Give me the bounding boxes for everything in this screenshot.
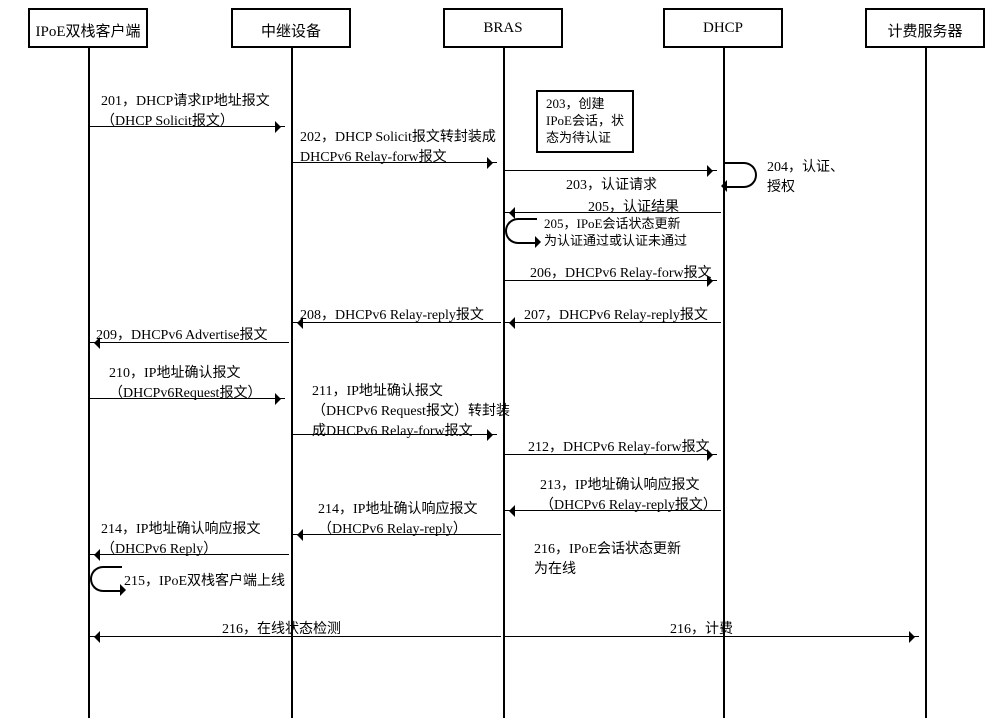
msg-214-relay-label: 214，IP地址确认响应报文 （DHCPv6 Relay-reply） [318,498,477,538]
msg-207-label: 207，DHCPv6 Relay-reply报文 [524,304,708,324]
text: （DHCPv6 Reply） [101,538,260,558]
text: （DHCPv6 Relay-reply） [318,518,477,538]
text: （DHCP Solicit报文） [101,110,270,130]
msg-205-self [505,218,537,244]
msg-208-label: 208，DHCPv6 Relay-reply报文 [300,304,484,324]
msg-215-self [90,566,122,592]
text: 204，认证、 [767,156,844,176]
lifeline-billing [925,48,927,718]
actor-dhcp: DHCP [663,8,783,48]
actor-label: 中继设备 [261,24,321,40]
msg-215-label: 215，IPoE双栈客户端上线 [124,570,285,590]
actor-label: 计费服务器 [887,24,962,40]
text: IPoE会话，状 [546,113,624,130]
msg-213-label: 213，IP地址确认响应报文 （DHCPv6 Relay-reply报文） [540,474,717,514]
text: （DHCPv6 Relay-reply报文） [540,494,717,514]
msg-203-auth-label: 203，认证请求 [566,174,657,194]
text: （DHCPv6Request报文） [109,382,261,402]
text: 成DHCPv6 Relay-forw报文 [312,420,510,440]
msg-202-label: 202，DHCP Solicit报文转封装成 DHCPv6 Relay-forw… [300,126,496,166]
text: 授权 [767,176,844,196]
actor-label: BRAS [483,20,522,36]
msg-210-label: 210，IP地址确认报文 （DHCPv6Request报文） [109,362,261,402]
msg-211-label: 211，IP地址确认报文 （DHCPv6 Request报文）转封装 成DHCP… [312,380,510,440]
text: 214，IP地址确认响应报文 [318,498,477,518]
msg-203-create: 203，创建 IPoE会话，状 态为待认证 [536,90,634,153]
msg-203-auth [505,170,717,171]
actor-billing: 计费服务器 [865,8,985,48]
msg-212-label: 212，DHCPv6 Relay-forw报文 [528,436,710,456]
actor-relay: 中继设备 [231,8,351,48]
text: 210，IP地址确认报文 [109,362,261,382]
msg-209-label: 209，DHCPv6 Advertise报文 [96,324,268,344]
msg-216-self-label: 216，IPoE会话状态更新 为在线 [534,538,681,578]
text: 213，IP地址确认响应报文 [540,474,717,494]
text: 214，IP地址确认响应报文 [101,518,260,538]
text: 为在线 [534,558,681,578]
msg-205-label: 205，认证结果 [588,196,679,216]
sequence-diagram: IPoE双栈客户端 中继设备 BRAS DHCP 计费服务器 201，DHCP请… [0,0,1000,728]
msg-204-label: 204，认证、 授权 [767,156,844,196]
msg-206-label: 206，DHCPv6 Relay-forw报文 [530,262,712,282]
text: 205，IPoE会话状态更新 [544,216,687,233]
msg-216-bill-label: 216，计费 [670,618,733,638]
actor-label: IPoE双栈客户端 [35,24,140,40]
text: 201，DHCP请求IP地址报文 [101,90,270,110]
text: DHCPv6 Relay-forw报文 [300,146,496,166]
text: 态为待认证 [546,130,624,147]
lifeline-client [88,48,90,718]
msg-205-self-label: 205，IPoE会话状态更新 为认证通过或认证未通过 [544,216,687,250]
msg-204-selfloop [725,162,757,188]
msg-214-client-label: 214，IP地址确认响应报文 （DHCPv6 Reply） [101,518,260,558]
text: 202，DHCP Solicit报文转封装成 [300,126,496,146]
actor-bras: BRAS [443,8,563,48]
text: （DHCPv6 Request报文）转封装 [312,400,510,420]
actor-client: IPoE双栈客户端 [28,8,148,48]
msg-201-label: 201，DHCP请求IP地址报文 （DHCP Solicit报文） [101,90,270,130]
text: 211，IP地址确认报文 [312,380,510,400]
text: 为认证通过或认证未通过 [544,233,687,250]
text: 216，IPoE会话状态更新 [534,538,681,558]
actor-label: DHCP [703,20,743,36]
text: 203，创建 [546,96,624,113]
msg-216-detect-label: 216，在线状态检测 [222,618,341,638]
